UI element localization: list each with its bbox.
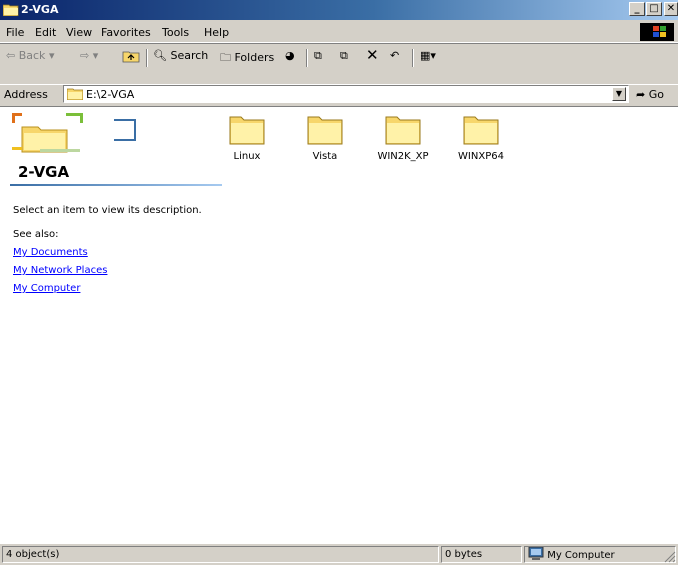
search-button[interactable]: 🔍︎ Search xyxy=(153,49,208,62)
address-label: Address xyxy=(4,88,48,101)
folder-icon xyxy=(385,116,421,145)
file-item-vista[interactable]: Vista xyxy=(290,113,360,162)
logo-red xyxy=(653,26,659,31)
status-zone: My Computer xyxy=(524,546,676,563)
folders-label: Folders xyxy=(234,51,275,64)
address-field[interactable]: E:\2-VGA ▼ xyxy=(63,85,629,103)
search-icon: 🔍︎ xyxy=(153,49,167,62)
go-button[interactable]: ➦ Go xyxy=(636,88,664,101)
menu-view[interactable]: View xyxy=(66,26,92,39)
forward-arrow-icon: ⇨ xyxy=(80,49,90,62)
chevron-down-icon: ▼ xyxy=(615,89,623,98)
see-also-label: See also: xyxy=(13,229,59,240)
search-label: Search xyxy=(170,49,209,62)
move-to-icon: ⧉ xyxy=(314,49,322,62)
menu-file[interactable]: File xyxy=(6,26,24,39)
history-icon: ◕ xyxy=(285,49,295,62)
title-bar[interactable]: 2-VGA _ □ ✕ xyxy=(0,0,678,20)
up-folder-icon xyxy=(122,51,140,63)
file-item-winxp64[interactable]: WINXP64 xyxy=(446,113,516,162)
menu-edit[interactable]: Edit xyxy=(35,26,56,39)
toolbar-row: ⇦ Back ▾ ⇨ ▾ 🔍︎ Search 🗀 Folders ◕ ⧉ ⧉ ✕… xyxy=(0,46,678,68)
logo-blue xyxy=(653,32,659,37)
file-label: Vista xyxy=(312,151,338,162)
go-arrow-icon: ➦ xyxy=(636,88,646,101)
file-item-win2k-xp[interactable]: WIN2K_XP xyxy=(368,113,438,162)
windows-logo xyxy=(640,23,674,41)
folder-icon xyxy=(3,4,19,16)
maximize-button[interactable]: □ xyxy=(646,2,662,16)
menu-tools[interactable]: Tools xyxy=(162,26,189,39)
folder-icon xyxy=(67,88,83,100)
status-size: 0 bytes xyxy=(441,546,522,563)
dropdown-icon: ▾ xyxy=(92,49,99,62)
dropdown-icon: ▾ xyxy=(48,49,55,62)
address-dropdown-button[interactable]: ▼ xyxy=(612,87,626,101)
menu-favorites[interactable]: Favorites xyxy=(101,26,151,39)
file-item-linux[interactable]: Linux xyxy=(212,113,282,162)
delete-icon: ✕ xyxy=(366,46,379,64)
history-button[interactable]: ◕ xyxy=(285,49,295,62)
minimize-button[interactable]: _ xyxy=(629,2,645,16)
menu-help[interactable]: Help xyxy=(204,26,229,39)
move-to-button[interactable]: ⧉ xyxy=(314,49,322,63)
resize-grip-icon[interactable] xyxy=(664,551,676,563)
folders-icon: 🗀 xyxy=(220,51,231,64)
menu-bar: File Edit View Favorites Tools Help xyxy=(0,22,678,43)
status-object-count: 4 object(s) xyxy=(2,546,439,563)
file-label: WIN2K_XP xyxy=(377,151,429,162)
address-value: E:\2-VGA xyxy=(86,88,135,101)
title-divider xyxy=(10,184,222,186)
address-bar: Address E:\2-VGA ▼ ➦ Go xyxy=(0,84,678,104)
folders-button[interactable]: 🗀 Folders xyxy=(220,49,274,68)
status-zone-label: My Computer xyxy=(547,550,615,561)
link-my-documents[interactable]: My Documents xyxy=(13,247,88,258)
toolbar: ⇦ Back ▾ ⇨ ▾ 🔍︎ Search 🗀 Folders ◕ ⧉ ⧉ ✕… xyxy=(0,43,678,85)
logo-green xyxy=(660,26,666,31)
folder-view[interactable]: 2-VGA Select an item to view its descrip… xyxy=(0,106,678,544)
go-label: Go xyxy=(648,88,664,101)
copy-to-button[interactable]: ⧉ xyxy=(340,49,348,63)
link-my-computer[interactable]: My Computer xyxy=(13,283,80,294)
forward-button[interactable]: ⇨ ▾ xyxy=(80,49,98,62)
back-button[interactable]: ⇦ Back ▾ xyxy=(6,49,54,62)
folder-title: 2-VGA xyxy=(18,163,70,181)
toolbar-separator xyxy=(306,49,308,67)
close-button[interactable]: ✕ xyxy=(664,2,678,16)
copy-to-icon: ⧉ xyxy=(340,49,348,62)
toolbar-separator xyxy=(146,49,148,67)
status-bar: 4 object(s) 0 bytes My Computer xyxy=(0,544,678,565)
window-title: 2-VGA xyxy=(21,3,59,16)
undo-icon: ↶ xyxy=(390,49,400,62)
views-button[interactable]: ▦▾ xyxy=(420,49,436,62)
undo-button[interactable]: ↶ xyxy=(390,49,399,62)
folder-icon xyxy=(229,116,265,145)
computer-icon xyxy=(528,546,544,560)
folder-icon xyxy=(463,116,499,145)
back-arrow-icon: ⇦ xyxy=(6,49,16,62)
description-text: Select an item to view its description. xyxy=(13,205,202,216)
dropdown-icon: ▾ xyxy=(430,49,436,62)
toolbar-separator xyxy=(412,49,414,67)
folder-icon xyxy=(307,116,343,145)
file-label: Linux xyxy=(233,151,261,162)
logo-yellow xyxy=(660,32,666,37)
file-label: WINXP64 xyxy=(458,151,504,162)
delete-button[interactable]: ✕ xyxy=(366,46,379,64)
views-icon: ▦ xyxy=(420,49,431,62)
up-folder-button[interactable] xyxy=(122,49,140,66)
back-label: Back xyxy=(18,49,46,62)
link-my-network-places[interactable]: My Network Places xyxy=(13,265,107,276)
